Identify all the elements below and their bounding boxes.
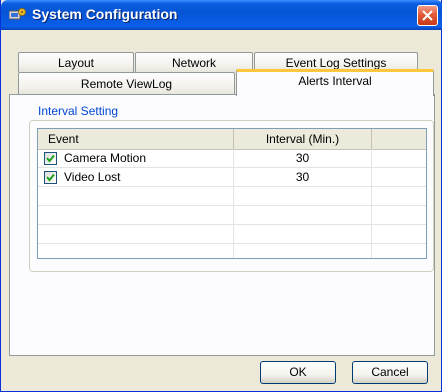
enable-checkbox[interactable] (44, 152, 57, 165)
interval-cell[interactable]: 30 (234, 168, 372, 187)
tab-alerts-interval[interactable]: Alerts Interval (236, 69, 434, 96)
event-cell: Camera Motion (38, 149, 234, 168)
system-configuration-window: System Configuration Layout Network Even… (0, 0, 442, 392)
interval-grid[interactable]: Event Interval (Min.) Camera Motion 30 V… (37, 128, 427, 259)
tab-remote-viewlog[interactable]: Remote ViewLog (18, 72, 235, 94)
interval-value: 30 (295, 170, 310, 184)
table-row[interactable]: Camera Motion 30 (38, 149, 426, 168)
tab-label: Alerts Interval (298, 74, 372, 88)
grid-header: Event Interval (Min.) (38, 129, 426, 150)
interval-cell[interactable]: 30 (234, 149, 372, 168)
group-title: Interval Setting (35, 104, 122, 118)
event-cell: Video Lost (38, 168, 234, 187)
window-title: System Configuration (32, 6, 178, 22)
title-bar[interactable]: System Configuration (1, 0, 442, 30)
app-config-icon (9, 8, 26, 20)
event-name: Video Lost (64, 170, 121, 184)
tab-label: Network (171, 56, 216, 70)
column-header-event[interactable]: Event (38, 129, 234, 149)
empty-row (38, 206, 426, 225)
empty-row (38, 244, 426, 258)
cancel-button[interactable]: Cancel (352, 361, 428, 384)
tab-layout[interactable]: Layout (18, 52, 134, 72)
empty-row (38, 225, 426, 244)
event-name: Camera Motion (64, 151, 147, 165)
empty-row (38, 187, 426, 206)
enable-checkbox[interactable] (44, 171, 57, 184)
close-icon (422, 10, 433, 21)
checkmark-icon (46, 173, 55, 182)
table-row[interactable]: Video Lost 30 (38, 168, 426, 187)
tab-label: Remote ViewLog (80, 77, 173, 91)
checkmark-icon (46, 154, 55, 163)
column-header-interval[interactable]: Interval (Min.) (234, 129, 372, 149)
interval-value: 30 (295, 151, 310, 165)
close-button[interactable] (417, 5, 438, 26)
tab-label: Layout (57, 56, 95, 70)
ok-button[interactable]: OK (260, 361, 336, 384)
tab-label: Event Log Settings (285, 56, 387, 70)
